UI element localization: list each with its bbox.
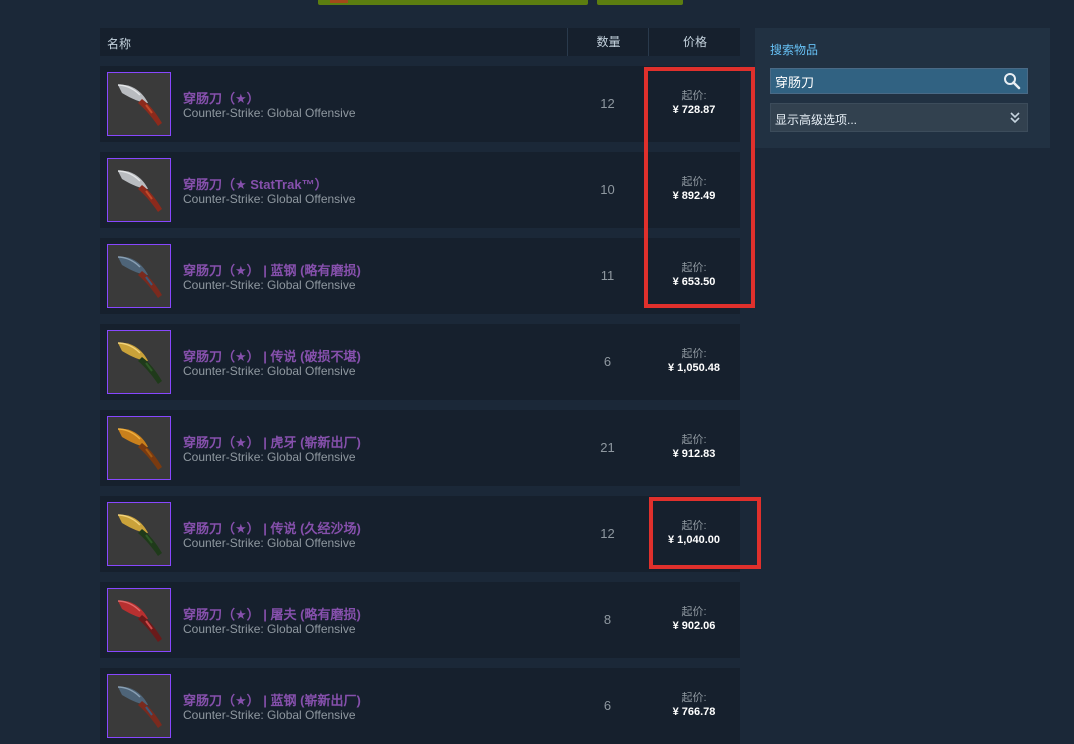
item-game: Counter-Strike: Global Offensive bbox=[183, 450, 356, 464]
column-name[interactable]: 名称 bbox=[107, 35, 131, 52]
annotation-highlight-box bbox=[644, 67, 755, 308]
knife-icon bbox=[117, 342, 162, 384]
price-label: 起价: bbox=[681, 434, 707, 446]
item-game: Counter-Strike: Global Offensive bbox=[183, 106, 356, 120]
advanced-options-label: 显示高级选项... bbox=[775, 113, 858, 127]
price-label: 起价: bbox=[681, 348, 707, 360]
search-box bbox=[770, 68, 1028, 94]
item-price: 起价: ¥ 766.78 bbox=[648, 692, 740, 719]
item-name[interactable]: 穿肠刀（★） | 传说 (久经沙场) bbox=[183, 518, 361, 537]
item-price: 起价: ¥ 912.83 bbox=[648, 434, 740, 461]
item-row[interactable]: 穿肠刀（★） | 传说 (破损不堪) Counter-Strike: Global… bbox=[100, 324, 740, 400]
item-game: Counter-Strike: Global Offensive bbox=[183, 364, 356, 378]
market-results: 名称 数量 价格 穿肠刀（★） Counter-Strike: Global Of… bbox=[100, 28, 740, 744]
price-value: ¥ 902.06 bbox=[672, 620, 716, 632]
item-price: 起价: ¥ 902.06 bbox=[648, 606, 740, 633]
search-title: 搜索物品 bbox=[770, 43, 819, 57]
item-quantity: 12 bbox=[600, 96, 615, 111]
item-game: Counter-Strike: Global Offensive bbox=[183, 278, 356, 292]
item-name[interactable]: 穿肠刀（★） | 屠夫 (略有磨损) bbox=[183, 604, 361, 623]
item-thumbnail[interactable] bbox=[107, 244, 171, 308]
item-thumbnail[interactable] bbox=[107, 588, 171, 652]
annotation-highlight-box bbox=[649, 497, 761, 569]
item-thumbnail[interactable] bbox=[107, 72, 171, 136]
item-row[interactable]: 穿肠刀（★） | 蓝钢 (崭新出厂) Counter-Strike: Global… bbox=[100, 668, 740, 744]
item-name[interactable]: 穿肠刀（★） | 传说 (破损不堪) bbox=[183, 346, 361, 365]
column-price[interactable]: 价格 bbox=[648, 28, 741, 56]
advanced-options-dropdown[interactable]: 显示高级选项... bbox=[770, 103, 1028, 132]
item-quantity: 10 bbox=[600, 182, 615, 197]
item-thumbnail[interactable] bbox=[107, 330, 171, 394]
item-thumbnail[interactable] bbox=[107, 502, 171, 566]
knife-icon bbox=[117, 600, 162, 642]
knife-icon bbox=[117, 686, 162, 728]
knife-icon bbox=[117, 256, 162, 298]
knife-icon bbox=[117, 170, 162, 212]
knife-icon bbox=[117, 84, 162, 126]
item-name[interactable]: 穿肠刀（★） | 蓝钢 (崭新出厂) bbox=[183, 690, 361, 709]
magnifier-icon[interactable] bbox=[1003, 72, 1021, 90]
search-sidebar: 搜索物品 显示高级选项... bbox=[755, 28, 1050, 148]
item-quantity: 11 bbox=[600, 268, 615, 283]
column-quantity[interactable]: 数量 bbox=[567, 28, 649, 56]
top-secondary-button[interactable] bbox=[597, 0, 683, 5]
item-quantity: 6 bbox=[603, 698, 612, 713]
item-game: Counter-Strike: Global Offensive bbox=[183, 708, 356, 722]
item-game: Counter-Strike: Global Offensive bbox=[183, 622, 356, 636]
price-label: 起价: bbox=[681, 692, 707, 704]
item-quantity: 6 bbox=[603, 354, 612, 369]
item-name[interactable]: 穿肠刀（★） bbox=[183, 88, 260, 107]
item-quantity: 21 bbox=[600, 440, 615, 455]
item-name[interactable]: 穿肠刀（★） | 蓝钢 (略有磨损) bbox=[183, 260, 361, 279]
item-price: 起价: ¥ 1,050.48 bbox=[648, 348, 740, 375]
item-thumbnail[interactable] bbox=[107, 416, 171, 480]
search-input[interactable] bbox=[771, 69, 1004, 93]
results-header: 名称 数量 价格 bbox=[100, 28, 740, 56]
top-action-button[interactable] bbox=[318, 0, 588, 5]
item-thumbnail[interactable] bbox=[107, 674, 171, 738]
item-game: Counter-Strike: Global Offensive bbox=[183, 536, 356, 550]
price-label: 起价: bbox=[681, 606, 707, 618]
item-game: Counter-Strike: Global Offensive bbox=[183, 192, 356, 206]
knife-icon bbox=[117, 428, 162, 470]
price-value: ¥ 912.83 bbox=[672, 448, 716, 460]
item-row[interactable]: 穿肠刀（★） | 虎牙 (崭新出厂) Counter-Strike: Global… bbox=[100, 410, 740, 486]
item-thumbnail[interactable] bbox=[107, 158, 171, 222]
price-value: ¥ 766.78 bbox=[672, 706, 716, 718]
item-row[interactable]: 穿肠刀（★） | 屠夫 (略有磨损) Counter-Strike: Global… bbox=[100, 582, 740, 658]
item-quantity: 8 bbox=[603, 612, 612, 627]
item-quantity: 12 bbox=[600, 526, 615, 541]
double-chevron-down-icon bbox=[1010, 112, 1020, 124]
price-value: ¥ 1,050.48 bbox=[668, 362, 720, 374]
item-name[interactable]: 穿肠刀（★） | 虎牙 (崭新出厂) bbox=[183, 432, 361, 451]
item-row[interactable]: 穿肠刀（★） | 传说 (久经沙场) Counter-Strike: Global… bbox=[100, 496, 740, 572]
knife-icon bbox=[117, 514, 162, 556]
item-name[interactable]: 穿肠刀（★ StatTrak™） bbox=[183, 174, 328, 193]
